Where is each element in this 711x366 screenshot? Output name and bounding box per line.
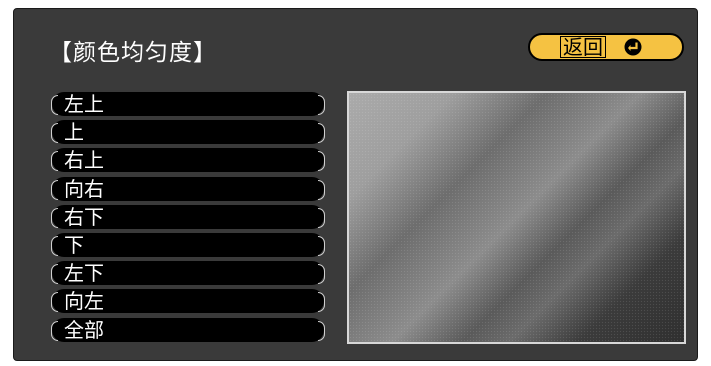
menu-item-bottom-right[interactable]: 右下 <box>51 204 325 229</box>
panel-title: 【颜色均匀度】 <box>49 40 217 66</box>
back-button[interactable]: 返回 <box>528 33 684 61</box>
menu-item-right[interactable]: 向右 <box>51 176 325 201</box>
menu-item-bottom[interactable]: 下 <box>51 232 325 257</box>
menu-item-left[interactable]: 向左 <box>51 289 325 314</box>
position-menu: 左上 上 右上 向右 右下 下 左下 向左 全部 <box>51 92 325 346</box>
menu-item-top-left[interactable]: 左上 <box>51 92 325 116</box>
menu-item-all[interactable]: 全部 <box>51 317 325 342</box>
back-button-label: 返回 <box>560 36 606 58</box>
preview-dither-overlay <box>349 93 684 342</box>
menu-item-bottom-left[interactable]: 左下 <box>51 261 325 286</box>
enter-icon <box>624 38 642 56</box>
menu-item-top[interactable]: 上 <box>51 120 325 145</box>
uniformity-preview-image <box>347 91 686 344</box>
menu-item-top-right[interactable]: 右上 <box>51 148 325 173</box>
